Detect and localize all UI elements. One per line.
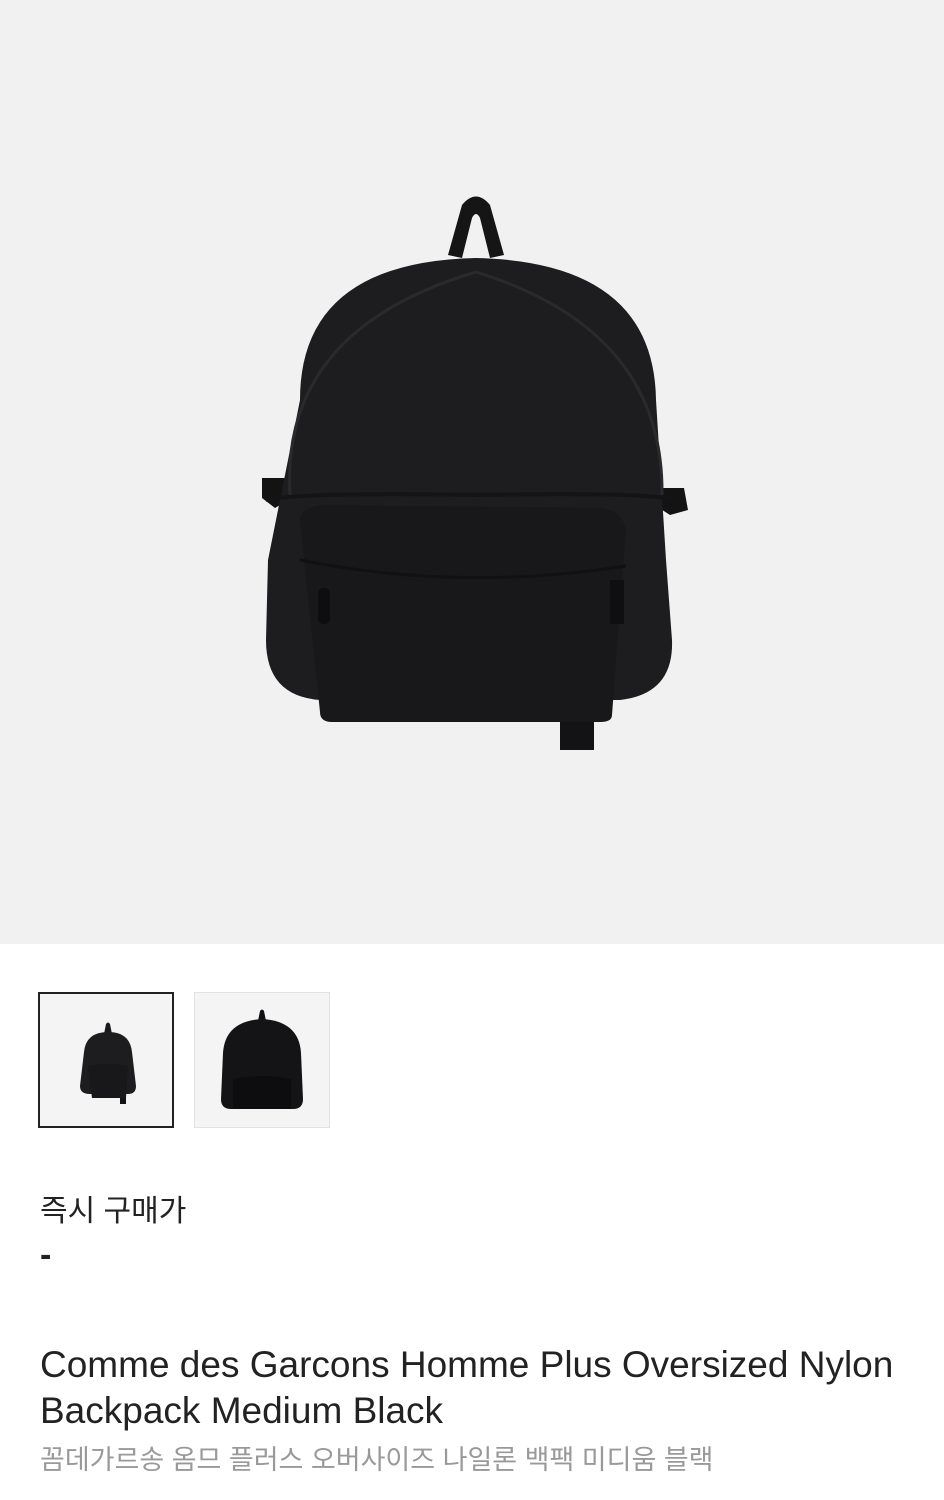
product-title-korean: 꼼데가르송 옴므 플러스 오버사이즈 나일론 백팩 미디움 블랙 (40, 1445, 714, 1475)
backpack-image (262, 196, 688, 750)
backpack-image (221, 1009, 303, 1109)
thumbnail-2[interactable] (194, 992, 330, 1128)
price-value: - (40, 1236, 52, 1274)
product-title-english: Comme des Garcons Homme Plus Oversized N… (40, 1344, 894, 1431)
product-main-image[interactable] (0, 0, 944, 944)
thumbnail-1[interactable] (38, 992, 174, 1128)
thumbnail-gallery (38, 992, 338, 1128)
backpack-image (80, 1022, 136, 1104)
price-label: 즉시 구매가 (40, 1195, 187, 1228)
